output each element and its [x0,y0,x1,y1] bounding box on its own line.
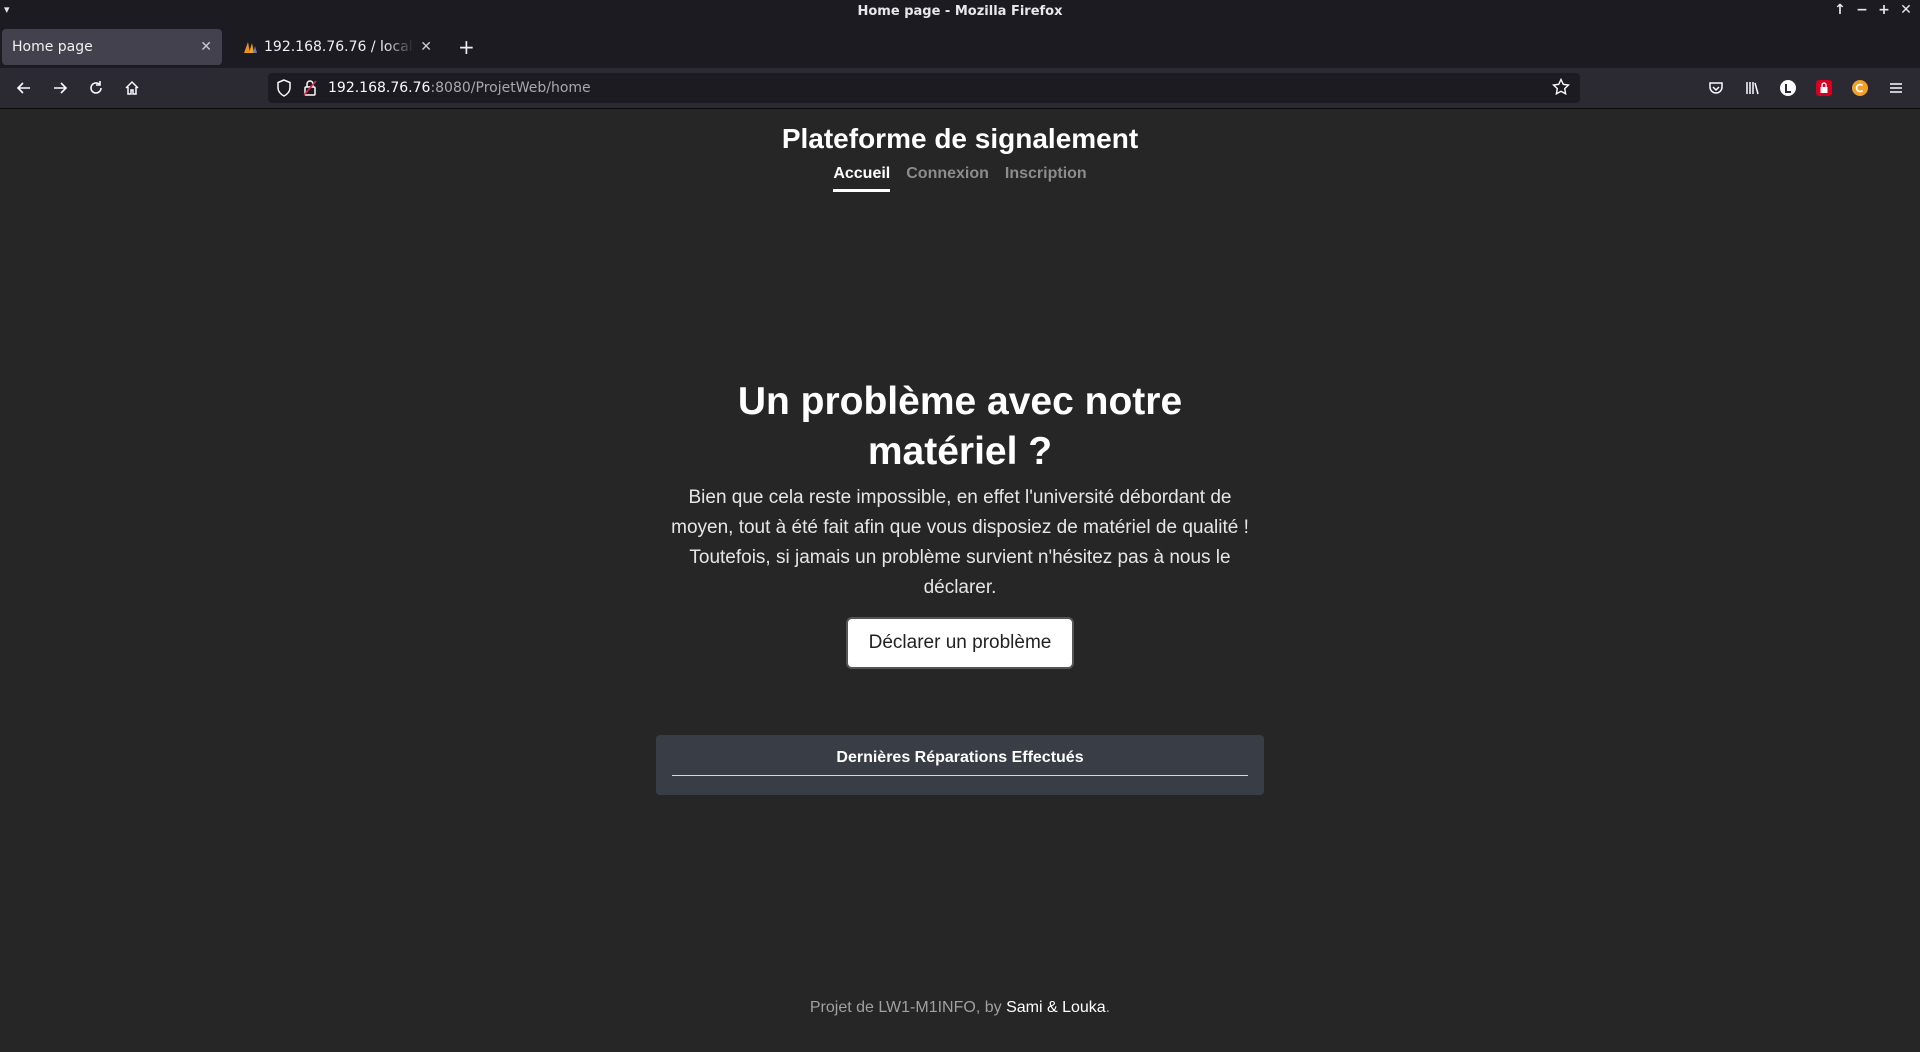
footer-authors-link[interactable]: Sami & Louka [1006,999,1106,1016]
new-tab-button[interactable]: + [458,35,475,59]
menu-button[interactable] [1886,78,1906,98]
hero-title: Un problème avec notre matériel ? [737,380,1183,473]
reload-icon [90,81,102,94]
url-text: 192.168.76.76:8080/ProjetWeb/home [328,80,591,96]
window-raise-icon[interactable]: ↑ [1832,2,1848,18]
pocket-icon [1709,82,1723,94]
navigation-toolbar: 192.168.76.76:8080/ProjetWeb/home [0,68,1920,109]
reload-button[interactable] [84,76,108,100]
extension-c-icon [1852,80,1868,96]
recent-repairs-title: Dernières Réparations Effectués [672,749,1248,776]
lock-extension-icon [1816,80,1832,96]
hero-text: Bien que cela reste impossible, en effet… [671,487,1249,598]
window-controls: ↑ − + ✕ [1832,2,1914,18]
url-host: 192.168.76.76 [328,80,431,96]
extension-lock-button[interactable] [1814,78,1834,98]
lock-icon[interactable] [302,79,318,97]
window-close-icon[interactable]: ✕ [1898,2,1914,18]
tab-label: 192.168.76.76 / localhost [264,39,414,55]
footer-prefix: Projet de LW1-M1INFO, by [809,999,1007,1016]
window-maximize-icon[interactable]: + [1876,2,1892,18]
hamburger-icon [1890,83,1902,93]
extension-c-button[interactable] [1850,78,1870,98]
arrow-left-icon [16,82,30,94]
recent-repairs-card: Dernières Réparations Effectués [656,735,1264,795]
window-titlebar: ▾ Home page - Mozilla Firefox ↑ − + ✕ [0,0,1920,24]
forward-button[interactable] [48,76,72,100]
pocket-button[interactable] [1706,78,1726,98]
report-problem-button[interactable]: Déclarer un problème [846,617,1074,669]
tab-label: Home page [12,39,93,55]
url-bar[interactable]: 192.168.76.76:8080/ProjetWeb/home [268,73,1580,103]
library-button[interactable] [1742,78,1762,98]
tab-home-page[interactable]: Home page ✕ [2,29,222,65]
tab-phpmyadmin[interactable]: 192.168.76.76 / localhost ✕ [232,29,442,65]
site-nav: Accueil Connexion Inscription [0,165,1920,192]
page-footer: Projet de LW1-M1INFO, by Sami & Louka. [0,999,1920,1017]
arrow-right-icon [54,82,68,94]
phpmyadmin-favicon-icon [244,42,257,53]
web-page: Plateforme de signalement Accueil Connex… [0,109,1920,1052]
footer-suffix: . [1105,999,1111,1016]
nav-link-inscription[interactable]: Inscription [1005,165,1087,192]
shield-icon[interactable] [276,79,292,97]
url-path: :8080/ProjetWeb/home [430,80,591,96]
extension-l-icon [1780,80,1796,96]
tab-close-icon[interactable]: ✕ [200,39,212,55]
star-icon[interactable] [1552,78,1570,96]
nav-link-connexion[interactable]: Connexion [906,165,989,192]
site-title: Plateforme de signalement [781,123,1139,154]
tab-close-icon[interactable]: ✕ [420,39,432,55]
window-title: Home page - Mozilla Firefox [857,4,1063,19]
home-icon [125,80,139,95]
library-icon [1746,82,1759,95]
extension-l-button[interactable] [1778,78,1798,98]
home-button[interactable] [120,76,144,100]
tab-strip: Home page ✕ 192.168.76.76 / localhost ✕ … [0,24,1920,68]
nav-link-accueil[interactable]: Accueil [833,165,891,192]
back-button[interactable] [12,76,36,100]
window-minimize-icon[interactable]: − [1854,2,1870,18]
